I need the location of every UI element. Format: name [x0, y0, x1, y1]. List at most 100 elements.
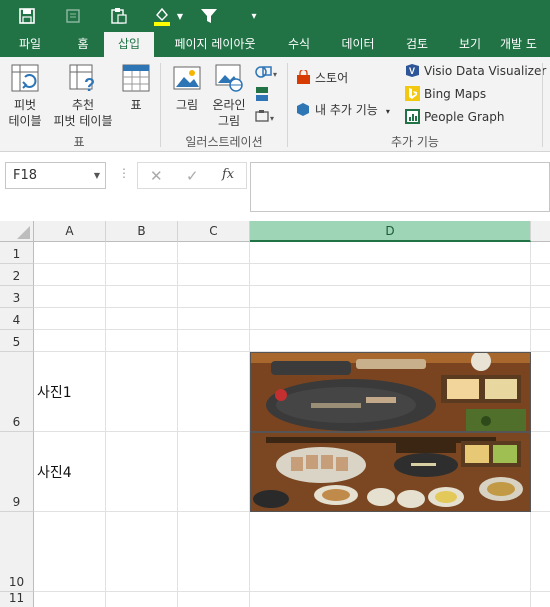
row-number: 2 — [12, 269, 21, 283]
cell-a6[interactable]: 사진1 — [37, 382, 72, 402]
row-number: 6 — [12, 415, 21, 429]
food-photo-2-image — [251, 433, 530, 511]
formula-bar-area: F18 ▼ ⋮ ✕ ✓ fx — [0, 152, 550, 219]
name-box-dropdown-icon[interactable]: ▼ — [94, 163, 100, 188]
tab-file[interactable]: 파일 — [8, 32, 52, 57]
save-icon[interactable] — [14, 4, 40, 28]
svg-text:▾: ▾ — [273, 70, 277, 79]
screenshot-icon: ▾ — [255, 110, 274, 123]
select-all-corner[interactable] — [0, 221, 34, 242]
insert-function-icon[interactable]: fx — [222, 167, 234, 182]
row-header-2[interactable]: 2 — [0, 264, 34, 286]
illustrations-group-label: 일러스트레이션 — [185, 135, 263, 149]
food-photo-1-image — [251, 353, 530, 431]
online-picture-icon — [215, 64, 243, 92]
filter-icon[interactable] — [196, 4, 222, 28]
table-label: 표 — [130, 98, 142, 112]
gridline — [34, 591, 550, 592]
fill-color-icon[interactable] — [150, 4, 174, 28]
column-header-b[interactable]: B — [106, 221, 178, 242]
svg-text:V: V — [409, 66, 415, 76]
store-button[interactable]: 스토어 — [296, 68, 348, 87]
tab-view[interactable]: 보기 — [450, 32, 490, 57]
picture-button[interactable]: 그림 — [168, 63, 206, 113]
gridline — [34, 285, 550, 286]
row-number: 5 — [12, 335, 21, 349]
tab-review[interactable]: 검토 — [394, 32, 440, 57]
name-box[interactable]: F18 ▼ — [5, 162, 106, 189]
formula-buttons: ✕ ✓ fx — [137, 162, 247, 189]
picture-label: 그림 — [175, 98, 199, 112]
enter-check-icon[interactable]: ✓ — [186, 167, 199, 185]
column-header-a[interactable]: A — [34, 221, 106, 242]
row-number: 9 — [12, 495, 21, 509]
paste-icon[interactable] — [106, 4, 132, 28]
visio-icon: V — [405, 63, 420, 78]
bing-maps-button[interactable]: Bing Maps — [405, 85, 486, 103]
tab-insert[interactable]: 삽입 — [104, 32, 154, 57]
gridline — [105, 242, 106, 607]
quick-access-toolbar: ▼ ▾ — [0, 0, 550, 32]
online-picture-label-1: 온라인 — [212, 98, 246, 112]
picture-icon — [173, 66, 201, 90]
column-header-d[interactable]: D — [250, 221, 531, 242]
formula-input[interactable] — [250, 162, 550, 212]
people-graph-button[interactable]: People Graph — [405, 108, 505, 126]
tab-developer[interactable]: 개발 도 — [500, 32, 550, 57]
row-header-6[interactable]: 6 — [0, 352, 34, 432]
row-number: 4 — [12, 313, 21, 327]
customize-toolbar-icon[interactable]: ▾ — [246, 4, 262, 28]
svg-text:▾: ▾ — [270, 114, 274, 123]
fill-color-dropdown-icon[interactable]: ▼ — [174, 4, 186, 28]
online-picture-button[interactable]: 온라인 그림 — [208, 63, 250, 129]
recommended-pivot-label-1: 추천 — [71, 98, 95, 112]
food-photo-1[interactable] — [250, 352, 531, 432]
tab-data[interactable]: 데이터 — [332, 32, 384, 57]
gridline — [34, 263, 550, 264]
people-graph-label: People Graph — [424, 110, 505, 124]
resize-handle-icon[interactable]: ⋮ — [118, 166, 130, 180]
shapes-icon: ▾ — [255, 66, 277, 79]
bing-maps-label: Bing Maps — [424, 87, 487, 101]
pivot-table-label-2: 테이블 — [8, 114, 42, 128]
pivot-table-button[interactable]: 피벗 테이블 — [4, 63, 46, 129]
row-header-9[interactable]: 9 — [0, 432, 34, 512]
ribbon-separator — [160, 63, 161, 147]
row-number: 3 — [12, 291, 21, 305]
row-number: 11 — [8, 591, 25, 605]
recommended-pivot-button[interactable]: ? 추천 피벗 테이블 — [50, 63, 116, 129]
row-header-1[interactable]: 1 — [0, 242, 34, 264]
smartart-icon — [256, 87, 268, 101]
ribbon: 피벗 테이블 ? 추천 피벗 테이블 표 표 그림 온라인 그림 ▾ ▾ 일러스… — [0, 57, 550, 152]
cancel-icon[interactable]: ✕ — [150, 167, 163, 185]
food-photo-2[interactable] — [250, 432, 531, 512]
screenshot-button[interactable]: ▾ — [252, 107, 280, 129]
ribbon-separator — [542, 63, 543, 147]
row-header-11[interactable]: 11 — [0, 591, 34, 607]
row-header-4[interactable]: 4 — [0, 308, 34, 330]
gridline — [34, 329, 550, 330]
my-addins-dropdown-icon: ▾ — [385, 107, 390, 116]
my-addins-label: 내 추가 기능 — [315, 103, 378, 117]
column-header-e[interactable] — [531, 221, 550, 242]
smartart-button[interactable] — [252, 85, 280, 107]
row-header-3[interactable]: 3 — [0, 286, 34, 308]
cell-a9[interactable]: 사진4 — [37, 462, 72, 482]
recommended-pivot-icon: ? — [69, 64, 95, 95]
bing-maps-icon — [405, 86, 420, 101]
ribbon-separator — [287, 63, 288, 147]
visio-button[interactable]: V Visio Data Visualizer — [405, 62, 546, 80]
column-header-c[interactable]: C — [178, 221, 250, 242]
tab-home[interactable]: 홈 — [66, 32, 100, 57]
my-addins-button[interactable]: 내 추가 기능 ▾ — [296, 101, 390, 119]
row-header-10[interactable]: 10 — [0, 512, 34, 592]
tab-formulas[interactable]: 수식 — [276, 32, 322, 57]
undo-icon[interactable] — [60, 4, 86, 28]
tab-page-layout[interactable]: 페이지 레이아웃 — [164, 32, 266, 57]
shapes-button[interactable]: ▾ — [252, 63, 280, 85]
row-header-5[interactable]: 5 — [0, 330, 34, 352]
my-addins-icon — [296, 102, 311, 117]
worksheet-grid: A B C D 1 2 3 4 5 6 9 10 11 사진1 사진4 — [0, 219, 550, 607]
table-button[interactable]: 표 — [118, 63, 154, 113]
table-icon — [122, 64, 150, 92]
